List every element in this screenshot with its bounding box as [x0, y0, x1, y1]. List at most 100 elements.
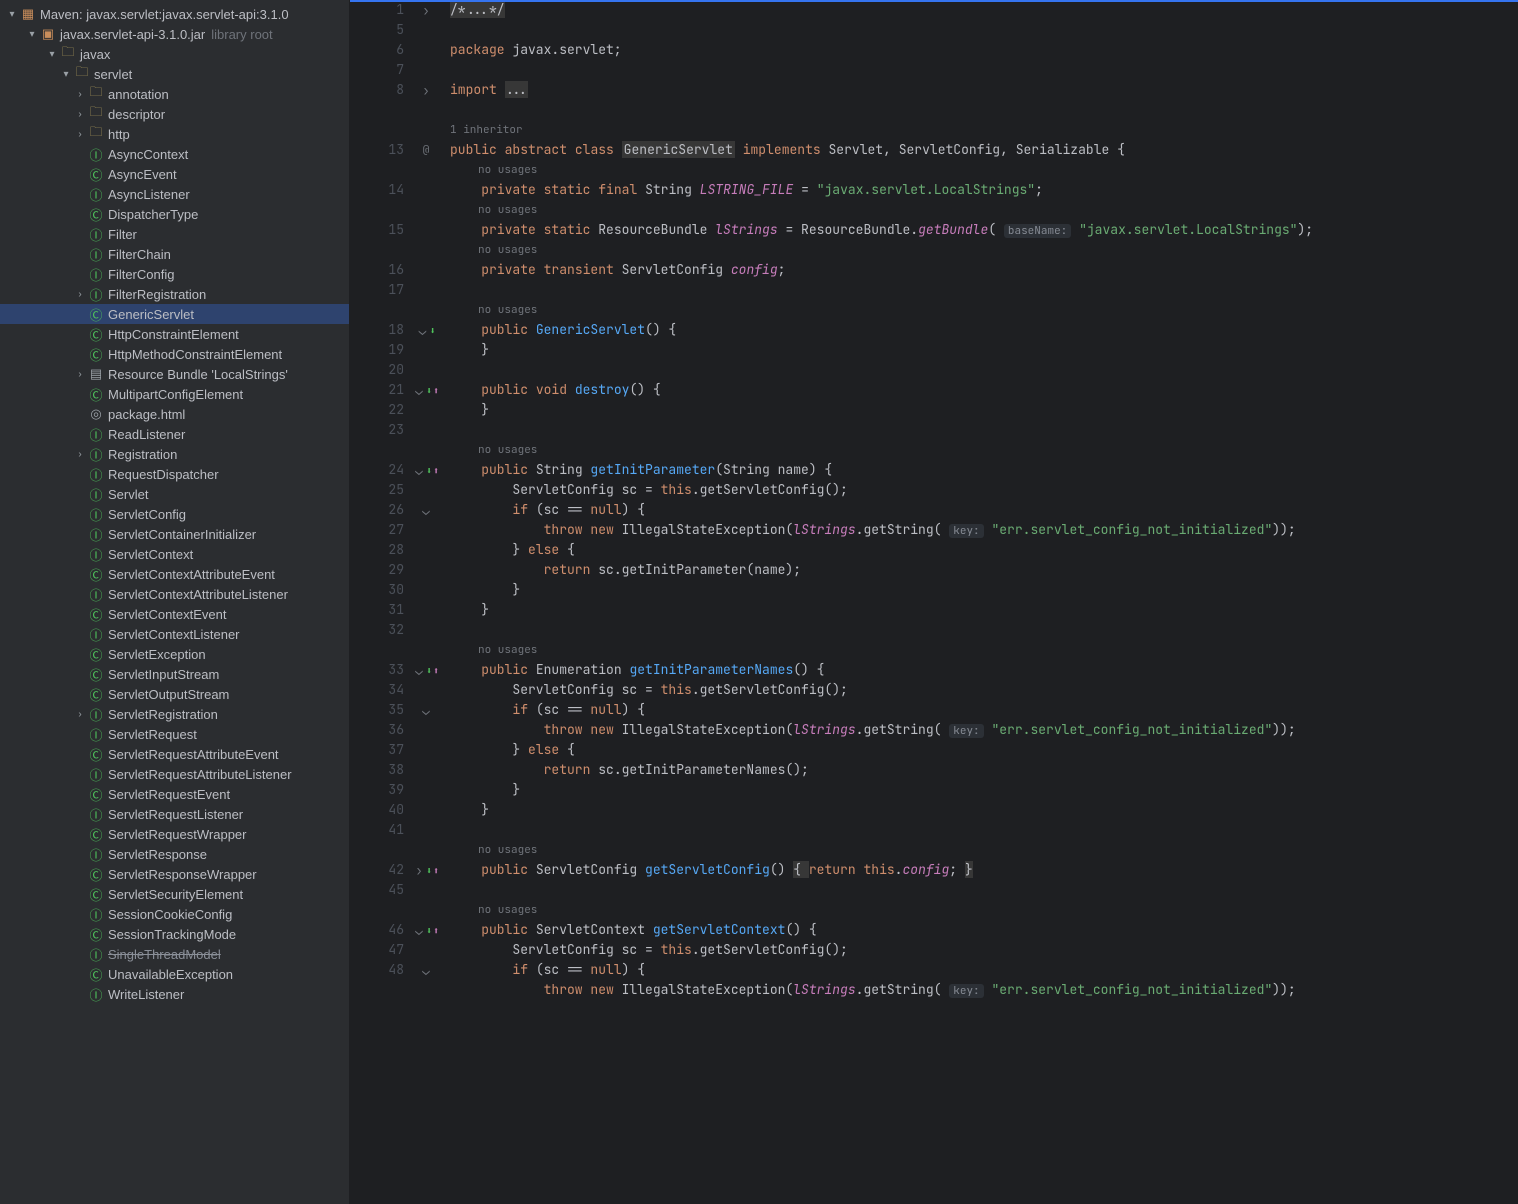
tree-root-maven[interactable]: ▾ ▦ Maven: javax.servlet:javax.servlet-a…: [0, 4, 349, 24]
tree-item-servletcontainerinitializer[interactable]: ⒾServletContainerInitializer: [0, 524, 349, 544]
tree-item-writelistener[interactable]: ⒾWriteListener: [0, 984, 349, 1004]
tree-item-filterchain[interactable]: ⒾFilterChain: [0, 244, 349, 264]
tree-item-filterconfig[interactable]: ⒾFilterConfig: [0, 264, 349, 284]
fold-toggle-icon[interactable]: ⌄: [413, 662, 425, 679]
tree-item-servletconfig[interactable]: ⒾServletConfig: [0, 504, 349, 524]
tree-item-http[interactable]: ›🗀http: [0, 124, 349, 144]
tree-item-multipartconfigelement[interactable]: ⒸMultipartConfigElement: [0, 384, 349, 404]
tree-item-label: ServletResponseWrapper: [108, 867, 257, 882]
tree-item-servletrequestattributelistener[interactable]: ⒾServletRequestAttributeListener: [0, 764, 349, 784]
override-icon[interactable]: ⬆: [433, 924, 439, 937]
tree-item-httpmethodconstraintelement[interactable]: ⒸHttpMethodConstraintElement: [0, 344, 349, 364]
chevron-right-icon[interactable]: ›: [72, 449, 88, 460]
tree-jar[interactable]: ▾ ▣ javax.servlet-api-3.1.0.jar library …: [0, 24, 349, 44]
override-icon[interactable]: ⬆: [433, 664, 439, 677]
interface-icon: Ⓘ: [88, 526, 104, 542]
override-icon[interactable]: ⬆: [433, 464, 439, 477]
tree-item-servletsecurityelement[interactable]: ⒸServletSecurityElement: [0, 884, 349, 904]
tree-item-servlet[interactable]: ⒾServlet: [0, 484, 349, 504]
project-tree[interactable]: ▾ ▦ Maven: javax.servlet:javax.servlet-a…: [0, 0, 350, 1204]
chevron-right-icon[interactable]: ›: [72, 89, 88, 100]
fold-toggle-icon[interactable]: ›: [420, 2, 432, 19]
fold-toggle-icon[interactable]: ›: [413, 862, 425, 879]
tree-item-genericservlet[interactable]: ⒸGenericServlet: [0, 304, 349, 324]
tree-item-dispatchertype[interactable]: ⒸDispatcherType: [0, 204, 349, 224]
class-icon: Ⓒ: [88, 326, 104, 342]
tree-pkg-javax[interactable]: ▾ 🗀 javax: [0, 44, 349, 64]
tree-item-servletrequestattributeevent[interactable]: ⒸServletRequestAttributeEvent: [0, 744, 349, 764]
interface-icon: Ⓘ: [88, 946, 104, 962]
chevron-right-icon[interactable]: ›: [72, 289, 88, 300]
class-icon: Ⓒ: [88, 606, 104, 622]
tree-item-servletoutputstream[interactable]: ⒸServletOutputStream: [0, 684, 349, 704]
tree-item-asynclistener[interactable]: ⒾAsyncListener: [0, 184, 349, 204]
chevron-down-icon[interactable]: ▾: [44, 49, 60, 60]
implements-icon[interactable]: ⬇: [429, 324, 435, 337]
tree-item-descriptor[interactable]: ›🗀descriptor: [0, 104, 349, 124]
implements-icon[interactable]: ⬇: [426, 664, 432, 677]
tree-item-servletrequestevent[interactable]: ⒸServletRequestEvent: [0, 784, 349, 804]
fold-toggle-icon[interactable]: ⌄: [413, 462, 425, 479]
chevron-right-icon[interactable]: ›: [72, 709, 88, 720]
tree-pkg-servlet[interactable]: ▾ 🗀 servlet: [0, 64, 349, 84]
fold-toggle-icon[interactable]: ⌄: [420, 502, 432, 519]
tree-item-servletcontextlistener[interactable]: ⒾServletContextListener: [0, 624, 349, 644]
tree-item-servletresponsewrapper[interactable]: ⒸServletResponseWrapper: [0, 864, 349, 884]
tree-item-singlethreadmodel[interactable]: ⒾSingleThreadModel: [0, 944, 349, 964]
tree-item-servletrequestwrapper[interactable]: ⒸServletRequestWrapper: [0, 824, 349, 844]
tree-item-servletcontextattributelistener[interactable]: ⒾServletContextAttributeListener: [0, 584, 349, 604]
fold-toggle-icon[interactable]: ⌄: [416, 322, 428, 339]
tree-item-sessiontrackingmode[interactable]: ⒸSessionTrackingMode: [0, 924, 349, 944]
implements-icon[interactable]: ⬇: [426, 384, 432, 397]
tree-item-filter[interactable]: ⒾFilter: [0, 224, 349, 244]
tree-item-servletcontext[interactable]: ⒾServletContext: [0, 544, 349, 564]
fold-toggle-icon[interactable]: ⌄: [420, 702, 432, 719]
tree-item-httpconstraintelement[interactable]: ⒸHttpConstraintElement: [0, 324, 349, 344]
chevron-right-icon[interactable]: ›: [72, 129, 88, 140]
tree-item-servletcontextevent[interactable]: ⒸServletContextEvent: [0, 604, 349, 624]
fold-toggle-icon[interactable]: ⌄: [413, 382, 425, 399]
override-icon[interactable]: ⬆: [433, 864, 439, 877]
tree-item-annotation[interactable]: ›🗀annotation: [0, 84, 349, 104]
code-area[interactable]: /*...*/package javax.servlet;import ...1…: [442, 0, 1518, 1204]
tree-item-label: Registration: [108, 447, 177, 462]
file-icon: ◎: [88, 406, 104, 422]
code-editor[interactable]: 1567813141516171819202122232425262728293…: [350, 0, 1518, 1204]
annotation-gutter-icon[interactable]: @: [423, 143, 430, 157]
fold-toggle-icon[interactable]: ›: [420, 82, 432, 99]
implements-icon[interactable]: ⬇: [426, 864, 432, 877]
tree-item-sessioncookieconfig[interactable]: ⒾSessionCookieConfig: [0, 904, 349, 924]
tree-item-asyncevent[interactable]: ⒸAsyncEvent: [0, 164, 349, 184]
interface-icon: Ⓘ: [88, 226, 104, 242]
editor-top-highlight: [350, 0, 1518, 2]
fold-toggle-icon[interactable]: ⌄: [413, 922, 425, 939]
tree-item-readlistener[interactable]: ⒾReadListener: [0, 424, 349, 444]
tree-item-servletinputstream[interactable]: ⒸServletInputStream: [0, 664, 349, 684]
class-icon: Ⓒ: [88, 166, 104, 182]
inheritor-hint[interactable]: 1 inheritor: [450, 120, 1518, 140]
chevron-right-icon[interactable]: ›: [72, 369, 88, 380]
chevron-right-icon[interactable]: ›: [72, 109, 88, 120]
tree-item-servletrequest[interactable]: ⒾServletRequest: [0, 724, 349, 744]
tree-item-servletexception[interactable]: ⒸServletException: [0, 644, 349, 664]
tree-item-servletregistration[interactable]: ›ⒾServletRegistration: [0, 704, 349, 724]
chevron-down-icon[interactable]: ▾: [24, 29, 40, 40]
tree-item-registration[interactable]: ›ⒾRegistration: [0, 444, 349, 464]
tree-item-servletcontextattributeevent[interactable]: ⒸServletContextAttributeEvent: [0, 564, 349, 584]
tree-item-asynccontext[interactable]: ⒾAsyncContext: [0, 144, 349, 164]
chevron-down-icon[interactable]: ▾: [4, 9, 20, 20]
implements-icon[interactable]: ⬇: [426, 924, 432, 937]
implements-icon[interactable]: ⬇: [426, 464, 432, 477]
tree-item-resource-bundle-localstrings-[interactable]: ›▤Resource Bundle 'LocalStrings': [0, 364, 349, 384]
chevron-down-icon[interactable]: ▾: [58, 69, 74, 80]
tree-item-package-html[interactable]: ◎package.html: [0, 404, 349, 424]
tree-item-label: ServletRequestAttributeEvent: [108, 747, 279, 762]
class-icon: Ⓒ: [88, 566, 104, 582]
tree-item-requestdispatcher[interactable]: ⒾRequestDispatcher: [0, 464, 349, 484]
tree-item-servletrequestlistener[interactable]: ⒾServletRequestListener: [0, 804, 349, 824]
override-icon[interactable]: ⬆: [433, 384, 439, 397]
tree-item-filterregistration[interactable]: ›ⒾFilterRegistration: [0, 284, 349, 304]
fold-toggle-icon[interactable]: ⌄: [420, 962, 432, 979]
tree-item-servletresponse[interactable]: ⒾServletResponse: [0, 844, 349, 864]
tree-item-unavailableexception[interactable]: ⒸUnavailableException: [0, 964, 349, 984]
